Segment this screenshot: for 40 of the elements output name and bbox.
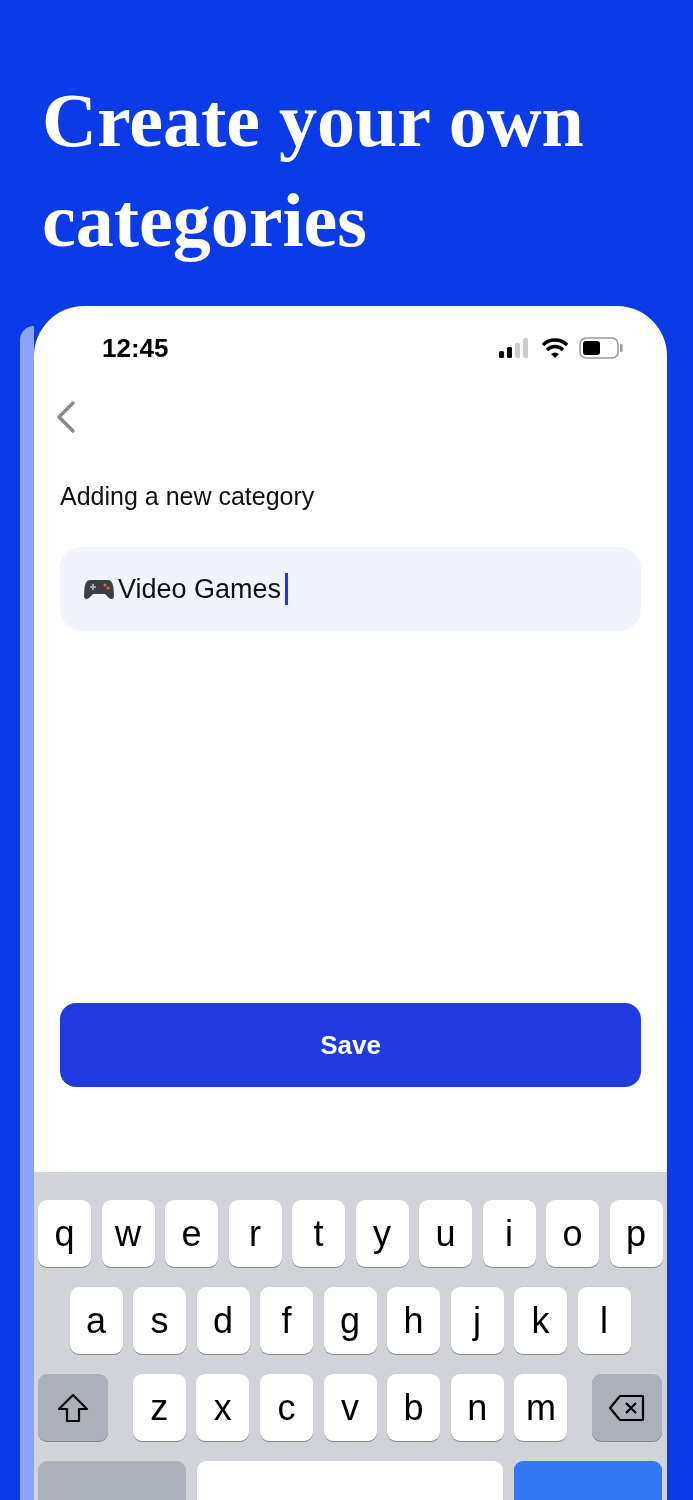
keyboard-key[interactable]: g — [323, 1287, 377, 1354]
headline: Create your own categories — [41, 77, 585, 264]
keyboard-key[interactable]: q — [38, 1200, 91, 1267]
keyboard-key[interactable]: h — [387, 1287, 440, 1354]
keyboard-key[interactable]: l — [577, 1287, 631, 1354]
field-value: Video Games — [118, 573, 282, 605]
keyboard-key[interactable]: t — [292, 1200, 345, 1267]
backspace-icon — [608, 1393, 646, 1422]
keyboard-key[interactable]: n — [450, 1374, 504, 1441]
category-name-field[interactable]: Video Games — [60, 547, 641, 631]
keyboard-key[interactable]: v — [323, 1374, 377, 1441]
keyboard-key[interactable]: m — [514, 1374, 568, 1441]
battery-icon — [579, 337, 623, 359]
keyboard-key[interactable]: x — [196, 1374, 250, 1441]
keyboard-key[interactable]: p — [609, 1200, 663, 1267]
keyboard-key[interactable]: s — [133, 1287, 186, 1354]
shift-key[interactable] — [38, 1374, 108, 1441]
save-button[interactable]: Save — [60, 1003, 641, 1087]
signal-icon — [499, 338, 531, 358]
keyboard-key[interactable]: k — [514, 1287, 567, 1354]
keyboard-key[interactable]: y — [355, 1200, 409, 1267]
shift-icon — [57, 1392, 89, 1423]
keyboard-key[interactable]: i — [482, 1200, 536, 1267]
keyboard-key[interactable]: d — [196, 1287, 250, 1354]
keyboard-key[interactable]: z — [132, 1374, 186, 1441]
keyboard-key[interactable]: j — [450, 1287, 504, 1354]
wifi-icon — [541, 338, 569, 358]
status-time: 12:45 — [102, 332, 169, 364]
keyboard-key[interactable]: o — [546, 1200, 599, 1267]
keyboard-key[interactable]: c — [259, 1374, 313, 1441]
back-button[interactable] — [54, 400, 78, 434]
keyboard-key[interactable]: f — [260, 1287, 313, 1354]
keyboard-key[interactable]: e — [165, 1200, 218, 1267]
keyboard-key[interactable]: w — [101, 1200, 155, 1267]
keyboard-key[interactable]: b — [387, 1374, 441, 1441]
keyboard-key[interactable]: a — [69, 1287, 123, 1354]
delete-key[interactable] — [592, 1374, 662, 1441]
keyboard-key[interactable]: u — [419, 1200, 472, 1267]
keyboard-key[interactable]: r — [228, 1200, 282, 1267]
screen-title: Adding a new category — [60, 482, 316, 512]
